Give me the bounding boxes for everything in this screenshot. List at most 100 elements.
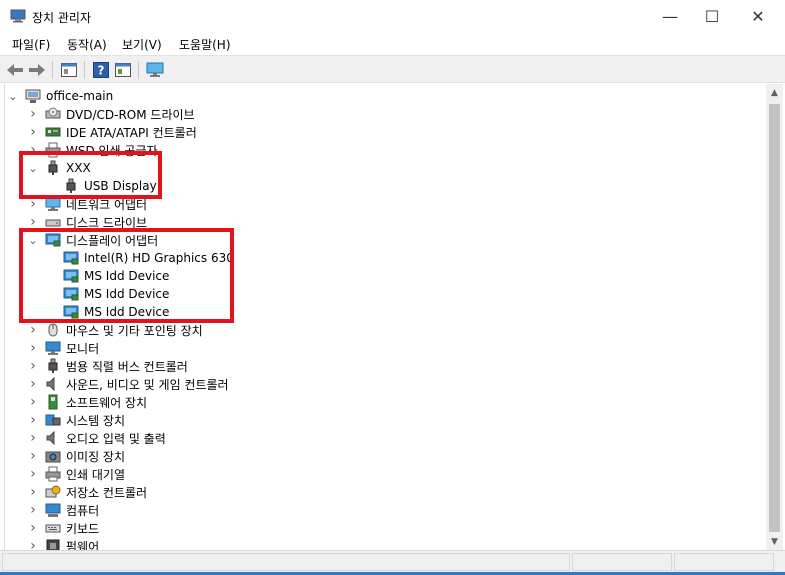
tree-item[interactable]: › 오디오 입력 및 출력 — [27, 429, 166, 447]
chevron-right-icon[interactable]: › — [27, 393, 39, 411]
chevron-right-icon[interactable]: › — [27, 321, 39, 339]
chevron-right-icon[interactable]: › — [27, 141, 39, 159]
tree-item[interactable]: › 펌웨어 — [27, 537, 99, 550]
display-adapter-icon — [45, 232, 61, 248]
chevron-down-icon[interactable]: ⌄ — [27, 159, 39, 177]
menu-help[interactable]: 도움말(H) — [179, 36, 231, 53]
menu-bar: 파일(F) 동작(A) 보기(V) 도움말(H) — [0, 33, 785, 55]
chevron-right-icon[interactable]: › — [27, 447, 39, 465]
tree-item[interactable]: › 저장소 컨트롤러 — [27, 483, 147, 501]
tree-item[interactable]: ⌄ XXX — [27, 159, 91, 177]
tree-item[interactable]: › 인쇄 대기열 — [27, 465, 125, 483]
camera-icon — [45, 448, 61, 464]
chevron-right-icon[interactable]: › — [27, 537, 39, 550]
monitor-icon — [45, 340, 61, 356]
chevron-right-icon[interactable]: › — [27, 501, 39, 519]
tree-item-label: 디스크 드라이브 — [66, 215, 148, 230]
usb-plug-icon — [63, 178, 79, 194]
display-adapter-icon — [63, 268, 79, 284]
title-bar: 장치 관리자 — ☐ ✕ — [0, 0, 785, 33]
tree-item-label: 펌웨어 — [66, 539, 100, 551]
forward-icon[interactable] — [27, 60, 47, 80]
computer-icon — [45, 502, 61, 518]
tree-item[interactable]: › 사운드, 비디오 및 게임 컨트롤러 — [27, 375, 228, 393]
tree-item-label: 모니터 — [66, 341, 100, 356]
scroll-up-icon[interactable]: ▲ — [766, 84, 783, 101]
tree-item-label: WSD 인쇄 공급자 — [66, 143, 158, 158]
vertical-scrollbar[interactable]: ▲ ▼ — [766, 84, 783, 550]
details-icon[interactable] — [113, 60, 133, 80]
tree-item-label: Intel(R) HD Graphics 630 — [84, 251, 234, 265]
menu-view[interactable]: 보기(V) — [122, 36, 162, 53]
chevron-right-icon[interactable]: › — [27, 123, 39, 141]
close-button[interactable]: ✕ — [735, 0, 781, 33]
chevron-right-icon[interactable]: › — [27, 357, 39, 375]
chevron-right-icon[interactable]: › — [27, 519, 39, 537]
tree-item[interactable]: › IDE ATA/ATAPI 컨트롤러 — [27, 123, 197, 141]
tree-item-label: USB Display — [84, 179, 157, 193]
maximize-button[interactable]: ☐ — [689, 0, 735, 33]
tree-root[interactable]: ⌄ office-main — [7, 87, 113, 105]
tree-item-label: 소프트웨어 장치 — [66, 395, 148, 410]
help-icon[interactable]: ? — [91, 60, 111, 80]
tree-item[interactable]: › 소프트웨어 장치 — [27, 393, 147, 411]
tree-item[interactable]: › 모니터 — [27, 339, 99, 357]
toolbar-separator — [138, 61, 139, 79]
chevron-right-icon[interactable]: › — [27, 411, 39, 429]
tree-item[interactable]: › 디스크 드라이브 — [27, 213, 147, 231]
chevron-right-icon[interactable]: › — [27, 429, 39, 447]
tree-item[interactable]: MS Idd Device — [45, 303, 169, 321]
chevron-down-icon[interactable]: ⌄ — [7, 87, 19, 105]
mouse-icon — [45, 322, 61, 338]
tree-item-label: 컴퓨터 — [66, 503, 100, 518]
tree-item[interactable]: › 이미징 장치 — [27, 447, 125, 465]
tree-item[interactable]: USB Display — [45, 177, 157, 195]
device-tree[interactable]: ⌄ office-main › DVD/CD-ROM 드라이브 › IDE ATA/A… — [4, 84, 766, 550]
tree-item[interactable]: MS Idd Device — [45, 285, 169, 303]
tree-item-label: 범용 직렬 버스 컨트롤러 — [66, 359, 188, 374]
speaker-icon — [45, 376, 61, 392]
device-manager-icon — [10, 9, 26, 23]
network-adapter-icon — [45, 196, 61, 212]
tree-item[interactable]: › 컴퓨터 — [27, 501, 99, 519]
window-title: 장치 관리자 — [32, 11, 92, 25]
chevron-right-icon[interactable]: › — [27, 375, 39, 393]
scroll-down-icon[interactable]: ▼ — [766, 533, 783, 550]
menu-action[interactable]: 동작(A) — [67, 36, 107, 53]
tree-item[interactable]: › 범용 직렬 버스 컨트롤러 — [27, 357, 188, 375]
scroll-thumb[interactable] — [769, 104, 780, 532]
chevron-right-icon[interactable]: › — [27, 465, 39, 483]
chevron-right-icon[interactable]: › — [27, 339, 39, 357]
tree-item[interactable]: › 네트워크 어댑터 — [27, 195, 147, 213]
chevron-right-icon[interactable]: › — [27, 195, 39, 213]
tree-item[interactable]: › WSD 인쇄 공급자 — [27, 141, 158, 159]
tree-item-label: 이미징 장치 — [66, 449, 126, 464]
chevron-down-icon[interactable]: ⌄ — [27, 231, 39, 249]
usb-plug-icon — [45, 358, 61, 374]
tree-item[interactable]: › 마우스 및 기타 포인팅 장치 — [27, 321, 203, 339]
tree-item[interactable]: ⌄ 디스플레이 어댑터 — [27, 231, 158, 249]
chevron-right-icon[interactable]: › — [27, 105, 39, 123]
minimize-button[interactable]: — — [647, 0, 693, 33]
tree-item[interactable]: › 시스템 장치 — [27, 411, 125, 429]
toolbar-separator — [52, 61, 53, 79]
properties-icon[interactable] — [59, 60, 79, 80]
menu-file[interactable]: 파일(F) — [12, 36, 50, 53]
tree-item[interactable]: › 키보드 — [27, 519, 99, 537]
back-icon[interactable] — [5, 60, 25, 80]
speaker-icon — [45, 430, 61, 446]
toolbar-separator — [84, 61, 85, 79]
software-device-icon — [45, 394, 61, 410]
tree-item-label: MS Idd Device — [84, 287, 170, 301]
tree-item[interactable]: Intel(R) HD Graphics 630 — [45, 249, 234, 267]
tree-item[interactable]: MS Idd Device — [45, 267, 169, 285]
tree-item[interactable]: › DVD/CD-ROM 드라이브 — [27, 105, 194, 123]
display-adapter-icon — [63, 250, 79, 266]
tree-item-label: 네트워크 어댑터 — [66, 197, 148, 212]
monitor-scan-icon[interactable] — [145, 60, 165, 80]
chevron-right-icon[interactable]: › — [27, 213, 39, 231]
tree-item-label: MS Idd Device — [84, 269, 170, 283]
printer-icon — [45, 142, 61, 158]
chevron-right-icon[interactable]: › — [27, 483, 39, 501]
